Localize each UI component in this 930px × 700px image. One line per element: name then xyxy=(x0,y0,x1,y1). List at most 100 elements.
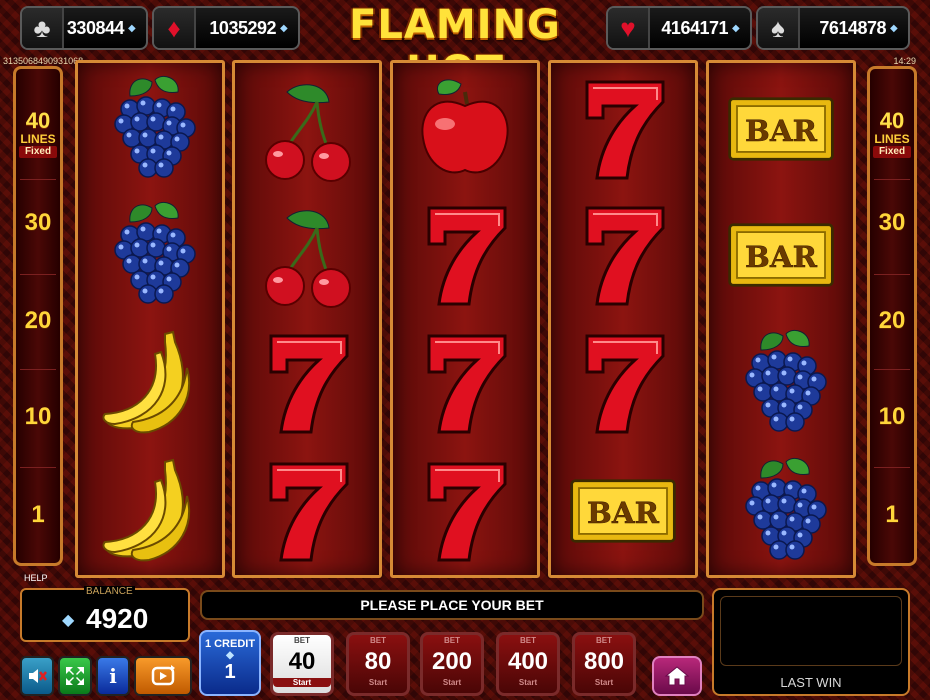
seven-symbol-icon xyxy=(398,323,532,443)
grapes-symbol-icon xyxy=(83,69,217,189)
bet-caption: BET xyxy=(520,636,536,645)
diamond-gem-icon: ◆ xyxy=(890,22,898,34)
line-step: 1 xyxy=(885,501,899,528)
lines-panel-left: 40 LINES Fixed 30 20 10 1 xyxy=(13,66,63,566)
diamond-gem-icon: ◆ xyxy=(732,22,740,34)
help-label[interactable]: HELP xyxy=(24,573,48,583)
start-caption: Start xyxy=(518,678,538,687)
bar-symbol-icon: BAR xyxy=(714,69,848,189)
seven-symbol-icon xyxy=(398,451,532,571)
reel-4: BAR xyxy=(548,60,698,578)
banana-symbol-icon xyxy=(83,451,217,571)
bet-value: 40 xyxy=(288,648,316,675)
diamond-gem-icon: ◆ xyxy=(280,22,288,34)
svg-text:BAR: BAR xyxy=(745,239,818,274)
diamond-gem-icon: ◆ xyxy=(128,22,136,34)
bet-caption: BET xyxy=(444,636,460,645)
cherry-symbol-icon xyxy=(240,69,374,189)
svg-text:BAR: BAR xyxy=(745,113,818,148)
banana-symbol-icon xyxy=(83,323,217,443)
reel-2 xyxy=(232,60,382,578)
reel-5: BAR BAR xyxy=(706,60,856,578)
speaker-muted-icon xyxy=(29,669,47,683)
diamond-icon: ♦ xyxy=(154,8,196,48)
seven-symbol-icon xyxy=(556,69,690,189)
cherry-symbol-icon xyxy=(240,195,374,315)
jackpot-club: ♣ 330844 ◆ xyxy=(20,6,148,50)
balance-display: BALANCE ◆ 4920 xyxy=(20,586,190,642)
seven-symbol-icon xyxy=(240,451,374,571)
apple-symbol-icon xyxy=(398,69,532,189)
credit-value: 1 xyxy=(224,661,236,683)
bar-symbol-icon: BAR xyxy=(556,451,690,571)
line-step: 20 xyxy=(24,307,52,334)
grapes-symbol-icon xyxy=(83,195,217,315)
diamond-gem-icon: ◆ xyxy=(62,612,75,629)
bet-value: 80 xyxy=(364,648,392,675)
line-step: 10 xyxy=(878,403,906,430)
sound-toggle-button[interactable] xyxy=(20,656,54,696)
bet-value: 800 xyxy=(583,648,625,675)
seven-symbol-icon xyxy=(556,195,690,315)
credit-denomination-button[interactable]: 1 CREDIT ◆ 1 xyxy=(199,630,261,696)
seven-symbol-icon xyxy=(556,323,690,443)
grapes-symbol-icon xyxy=(714,451,848,571)
autoplay-button[interactable] xyxy=(134,656,192,696)
bet-caption: BET xyxy=(596,636,612,645)
bet-value: 400 xyxy=(507,648,549,675)
jackpot-value: 7614878 xyxy=(819,17,886,38)
bet-caption: BET xyxy=(370,636,386,645)
club-icon: ♣ xyxy=(22,8,64,48)
bet-button-40[interactable]: BET 40 Start xyxy=(270,632,334,696)
spade-icon: ♠ xyxy=(758,8,800,48)
reel-3 xyxy=(390,60,540,578)
home-button[interactable] xyxy=(652,656,702,696)
line-step: 20 xyxy=(878,307,906,334)
jackpot-value: 1035292 xyxy=(209,17,276,38)
bar-symbol-icon: BAR xyxy=(714,195,848,315)
line-step: 30 xyxy=(878,209,906,236)
jackpot-heart: ♥ 4164171 ◆ xyxy=(606,6,752,50)
reel-1 xyxy=(75,60,225,578)
bet-button-200[interactable]: BET 200 Start xyxy=(420,632,484,696)
heart-icon: ♥ xyxy=(608,8,650,48)
start-caption: Start xyxy=(594,678,614,687)
last-win-display: LAST WIN xyxy=(712,588,910,696)
diamond-gem-icon: ◆ xyxy=(226,650,234,661)
lines-indicator: 40 LINES Fixed xyxy=(19,109,57,171)
svg-text:BAR: BAR xyxy=(587,495,660,530)
bet-button-400[interactable]: BET 400 Start xyxy=(496,632,560,696)
line-step: 1 xyxy=(31,501,45,528)
line-step: 30 xyxy=(24,209,52,236)
credit-label: 1 CREDIT xyxy=(204,638,256,650)
balance-label: BALANCE xyxy=(84,586,135,597)
bet-button-800[interactable]: BET 800 Start xyxy=(572,632,636,696)
bet-caption: BET xyxy=(294,636,310,645)
clock: 14:29 xyxy=(893,56,916,66)
lines-panel-right: 40 LINES Fixed 30 20 10 1 xyxy=(867,66,917,566)
jackpot-diamond: ♦ 1035292 ◆ xyxy=(152,6,300,50)
start-caption: Start xyxy=(368,678,388,687)
jackpot-value: 330844 xyxy=(66,17,125,38)
jackpot-value: 4164171 xyxy=(661,17,728,38)
line-step: 10 xyxy=(24,403,52,430)
balance-value: 4920 xyxy=(86,603,149,634)
info-icon: i xyxy=(109,664,117,688)
start-caption: Start xyxy=(273,678,331,687)
expand-arrows-icon xyxy=(66,667,84,685)
lines-mode: Fixed xyxy=(873,146,911,158)
lines-count: 40 xyxy=(25,108,51,133)
game-logo: FLAMING HOT xyxy=(349,2,561,94)
autoplay-icon xyxy=(151,665,175,686)
info-button[interactable]: i xyxy=(96,656,130,696)
seven-symbol-icon xyxy=(398,195,532,315)
bet-button-80[interactable]: BET 80 Start xyxy=(346,632,410,696)
house-icon xyxy=(664,666,690,686)
message-bar: PLEASE PLACE YOUR BET xyxy=(200,590,704,620)
lines-label: LINES xyxy=(874,132,910,146)
start-caption: Start xyxy=(442,678,462,687)
bet-value: 200 xyxy=(431,648,473,675)
fullscreen-button[interactable] xyxy=(58,656,92,696)
ticket-id: 3135068490931068 xyxy=(3,56,84,66)
lines-mode: Fixed xyxy=(19,146,57,158)
